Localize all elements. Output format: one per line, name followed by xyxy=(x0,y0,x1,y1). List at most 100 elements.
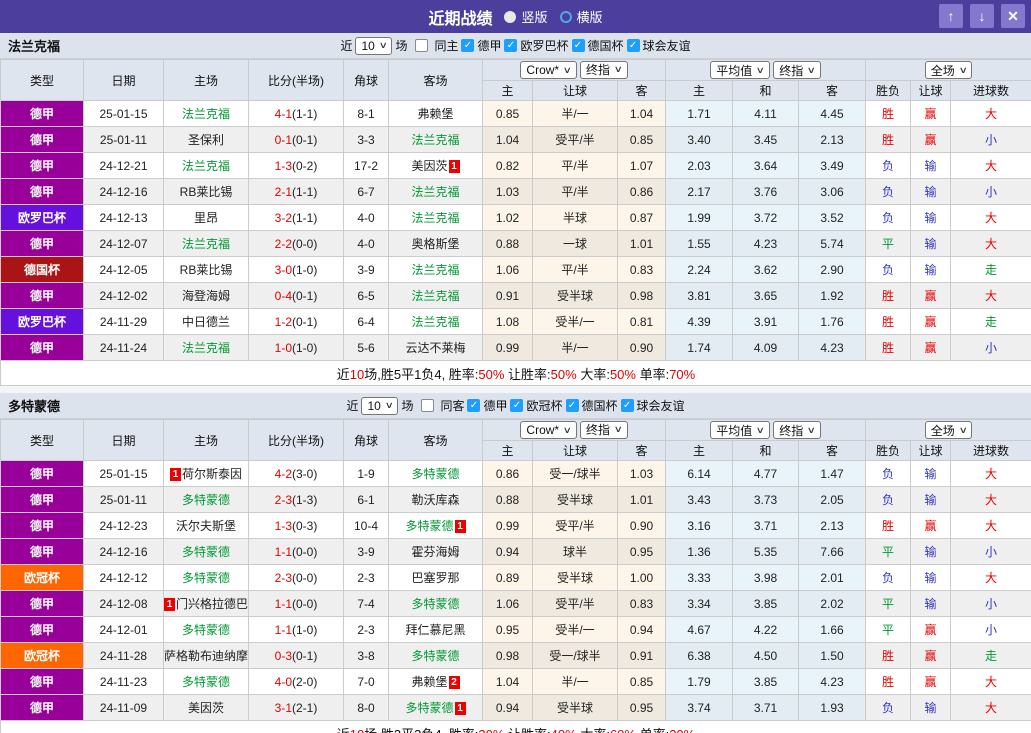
avg-away-cell: 4.23 xyxy=(798,668,867,695)
league-checkbox-label: 欧冠杯 xyxy=(526,399,563,413)
score-cell: 0-3(0-1) xyxy=(248,642,344,669)
titlebar: 近期战绩 竖版 横版 ↑ ↓ ✕ xyxy=(0,0,1031,33)
result-wdl-cell: 胜 xyxy=(865,642,912,669)
odds-away-cell: 0.95 xyxy=(616,538,667,565)
close-button[interactable]: ✕ xyxy=(1001,4,1025,28)
result-letter: 负 xyxy=(882,571,895,585)
league-checkbox-3[interactable]: ✓ xyxy=(620,399,634,412)
handicap-cell: 半/一 xyxy=(532,668,618,695)
result-handicap-cell: 赢 xyxy=(910,308,952,335)
halftime-score: (2-1) xyxy=(292,700,318,715)
average-select[interactable]: 平均值 ∨ xyxy=(710,421,770,439)
league-checkbox-1[interactable]: ✓ xyxy=(510,399,524,412)
match-count-select[interactable]: 10 ∨ xyxy=(355,36,393,55)
away-team-name: 霍芬海姆 xyxy=(411,545,460,559)
away-team-name: 多特蒙德 xyxy=(411,597,460,611)
result-wdl-cell: 负 xyxy=(865,460,912,487)
bookmaker-select[interactable]: Crow* ∨ xyxy=(520,421,577,440)
odds-away-cell: 0.81 xyxy=(616,308,667,335)
odds-home-cell: 0.99 xyxy=(482,512,533,539)
away-team-cell: 法兰克福 xyxy=(388,308,483,335)
handicap-cell: 受半球 xyxy=(532,694,618,721)
table-row: 德甲 24-12-23 沃尔夫斯堡 1-3(0-3) 10-4 多特蒙德 1 0.99 受平/半… xyxy=(0,512,1031,539)
league-type-cell: 德甲 xyxy=(0,100,84,127)
odds-time-select-1[interactable]: 终指 ∨ xyxy=(580,60,628,79)
home-team-cell: 圣保利 xyxy=(163,126,249,153)
move-up-button[interactable]: ↑ xyxy=(939,4,963,28)
result-letter: 小 xyxy=(985,597,998,611)
match-scope-select[interactable]: 全场 ∨ xyxy=(924,61,973,79)
chevron-down-icon: ∨ xyxy=(958,424,968,435)
sub-col-header: 进球数 xyxy=(950,80,1031,101)
away-team-name: 法兰克福 xyxy=(411,315,460,329)
league-checkbox-2[interactable]: ✓ xyxy=(565,399,579,412)
result-letter: 输 xyxy=(924,263,937,277)
odds-time-select-2[interactable]: 终指 ∨ xyxy=(773,61,821,79)
halftime-score: (0-0) xyxy=(292,570,318,585)
same-venue-checkbox[interactable] xyxy=(421,399,435,412)
col-header: 角球 xyxy=(343,419,389,461)
handicap-cell: 受半球 xyxy=(532,282,618,309)
avg-away-cell: 3.06 xyxy=(798,178,867,205)
summary-text: 大率: xyxy=(576,366,610,382)
fulltime-score: 2-3 xyxy=(274,570,292,585)
league-type-cell: 德甲 xyxy=(0,512,84,539)
avg-away-cell: 2.01 xyxy=(798,564,867,591)
radio-unselected-icon[interactable] xyxy=(559,10,572,23)
sub-col-header: 让球 xyxy=(532,80,618,101)
average-select[interactable]: 平均值 ∨ xyxy=(710,61,770,79)
league-checkbox-0[interactable]: ✓ xyxy=(467,399,481,412)
odds-time-select-2[interactable]: 终指 ∨ xyxy=(773,421,821,439)
corners-cell: 2-3 xyxy=(343,564,389,591)
result-handicap-cell: 输 xyxy=(910,538,952,565)
corners-cell: 4-0 xyxy=(343,230,389,257)
corners-cell: 1-9 xyxy=(343,460,389,487)
league-checkbox-0[interactable]: ✓ xyxy=(461,39,475,52)
home-team-cell: 中日德兰 xyxy=(163,308,249,335)
layout-radio-horizontal[interactable]: 横版 xyxy=(559,7,603,26)
result-wdl-cell: 负 xyxy=(865,486,912,513)
fulltime-score: 3-1 xyxy=(274,700,292,715)
handicap-cell: 平/半 xyxy=(532,256,618,283)
average-select-value: 平均值 xyxy=(716,63,753,78)
result-letter: 大 xyxy=(985,211,998,225)
avg-home-cell: 1.36 xyxy=(665,538,734,565)
sub-col-header: 胜负 xyxy=(865,440,912,461)
league-checkbox-1[interactable]: ✓ xyxy=(504,39,518,52)
league-checkbox-2[interactable]: ✓ xyxy=(571,39,585,52)
score-cell: 2-2(0-0) xyxy=(248,230,344,257)
match-count-select-value: 10 xyxy=(361,38,375,53)
sub-col-header: 客 xyxy=(616,80,667,101)
league-checkbox-3[interactable]: ✓ xyxy=(626,39,640,52)
league-type-cell: 德甲 xyxy=(0,152,84,179)
away-team-cell: 弗赖堡 2 xyxy=(388,668,483,695)
same-venue-checkbox[interactable] xyxy=(415,39,429,52)
same-venue-label: 同主 xyxy=(434,39,459,53)
odds-home-cell: 0.91 xyxy=(482,282,533,309)
result-letter: 输 xyxy=(924,493,937,507)
match-count-select[interactable]: 10 ∨ xyxy=(361,396,399,415)
match-scope-select[interactable]: 全场 ∨ xyxy=(924,421,973,439)
odds-time-select-1[interactable]: 终指 ∨ xyxy=(580,420,628,439)
red-card-badge: 1 xyxy=(448,160,460,173)
date-cell: 24-12-07 xyxy=(83,230,164,257)
games-label: 场 xyxy=(401,399,414,413)
odds-time-select-1-value: 终指 xyxy=(586,423,611,438)
league-checkbox-label: 球会友谊 xyxy=(636,399,685,413)
page-title: 近期战绩 xyxy=(428,10,493,28)
halftime-score: (1-1) xyxy=(292,106,318,121)
odds-time-select-2-value: 终指 xyxy=(779,63,804,78)
home-team-cell: 多特蒙德 xyxy=(163,564,249,591)
move-down-button[interactable]: ↓ xyxy=(970,4,994,28)
radio-selected-icon[interactable] xyxy=(504,10,517,23)
avg-draw-cell: 3.91 xyxy=(732,308,800,335)
home-team-name: 圣保利 xyxy=(187,133,224,147)
result-handicap-cell: 赢 xyxy=(910,282,952,309)
layout-radio-vertical[interactable]: 竖版 xyxy=(504,7,548,26)
date-cell: 24-12-16 xyxy=(83,538,164,565)
bookmaker-select[interactable]: Crow* ∨ xyxy=(520,61,577,80)
league-type-cell: 德甲 xyxy=(0,616,84,643)
team-name: 多特蒙德 xyxy=(8,399,61,414)
halftime-score: (0-0) xyxy=(292,596,318,611)
away-team-name: 法兰克福 xyxy=(411,133,460,147)
